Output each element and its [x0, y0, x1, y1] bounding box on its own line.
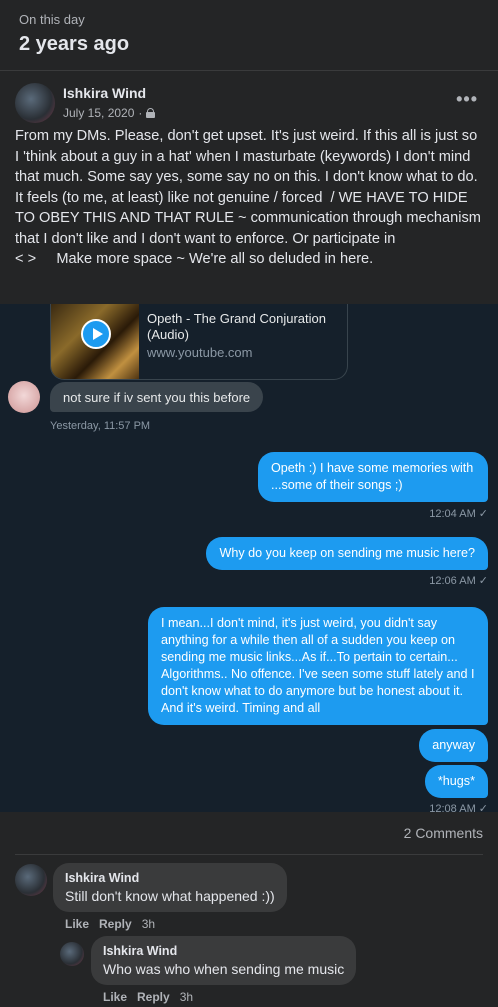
post-body-line2: < > Make more space ~ We're all so delud…	[15, 251, 374, 267]
sent-message: *hugs*	[424, 765, 488, 798]
separator-dot: ·	[138, 106, 143, 120]
sender-avatar	[8, 381, 40, 413]
comment-author[interactable]: Ishkira Wind	[65, 871, 275, 885]
dm-screenshot[interactable]: Opeth - The Grand Conjuration (Audio) ww…	[0, 304, 498, 812]
more-options-button[interactable]: •••	[456, 89, 478, 110]
post-meta: July 15, 2020 ·	[63, 106, 156, 120]
link-card: Opeth - The Grand Conjuration (Audio) ww…	[50, 304, 348, 380]
lock-icon[interactable]	[146, 108, 156, 118]
comments-count[interactable]: 2 Comments	[404, 825, 483, 841]
reply-button[interactable]: Reply	[137, 990, 170, 1004]
sent-message: anyway	[419, 729, 488, 762]
comment-time[interactable]: 3h	[142, 917, 155, 931]
post-date[interactable]: July 15, 2020	[63, 106, 134, 120]
sent-time: 12:08 AM ✓	[429, 803, 488, 812]
comment-time[interactable]: 3h	[180, 990, 193, 1004]
post-text: From my DMs. Please, don't get upset. It…	[15, 126, 485, 270]
like-button[interactable]: Like	[103, 990, 127, 1004]
memory-label: On this day	[19, 12, 85, 27]
video-thumbnail	[51, 304, 139, 379]
comment-bubble: Ishkira Wind Who was who when sending me…	[91, 936, 357, 985]
divider	[15, 854, 483, 855]
comment-text: Who was who when sending me music	[103, 961, 345, 977]
comment-actions: Like Reply 3h	[103, 990, 193, 1004]
sent-time: 12:04 AM ✓	[429, 508, 488, 520]
received-message: not sure if iv sent you this before	[50, 382, 264, 412]
comment-author[interactable]: Ishkira Wind	[103, 944, 344, 958]
sent-message: I mean...I don't mind, it's just weird, …	[148, 607, 488, 725]
commenter-avatar[interactable]	[60, 942, 84, 966]
comments-section: 2 Comments Ishkira Wind Still don't know…	[0, 812, 498, 1007]
post-body: From my DMs. Please, don't get upset. It…	[15, 128, 486, 247]
comment-actions: Like Reply 3h	[65, 917, 155, 931]
post-author[interactable]: Ishkira Wind	[63, 85, 146, 101]
post: Ishkira Wind July 15, 2020 · ••• From my…	[0, 71, 498, 304]
sent-time: 12:06 AM ✓	[429, 575, 488, 587]
comment-bubble: Ishkira Wind Still don't know what happe…	[53, 863, 287, 912]
author-avatar[interactable]	[15, 83, 55, 123]
sent-message: Opeth :) I have some memories with ...so…	[258, 452, 488, 502]
like-button[interactable]: Like	[65, 917, 89, 931]
comment-text: Still don't know what happened :))	[65, 888, 275, 904]
memory-header: On this day 2 years ago	[0, 0, 498, 70]
received-time: Yesterday, 11:57 PM	[50, 420, 151, 432]
play-icon	[81, 319, 111, 349]
memory-title: 2 years ago	[19, 33, 130, 55]
sent-message: Why do you keep on sending me music here…	[206, 537, 488, 570]
link-title: Opeth - The Grand Conjuration (Audio)	[147, 311, 326, 342]
link-domain: www.youtube.com	[147, 345, 253, 360]
commenter-avatar[interactable]	[15, 864, 47, 896]
reply-button[interactable]: Reply	[99, 917, 132, 931]
